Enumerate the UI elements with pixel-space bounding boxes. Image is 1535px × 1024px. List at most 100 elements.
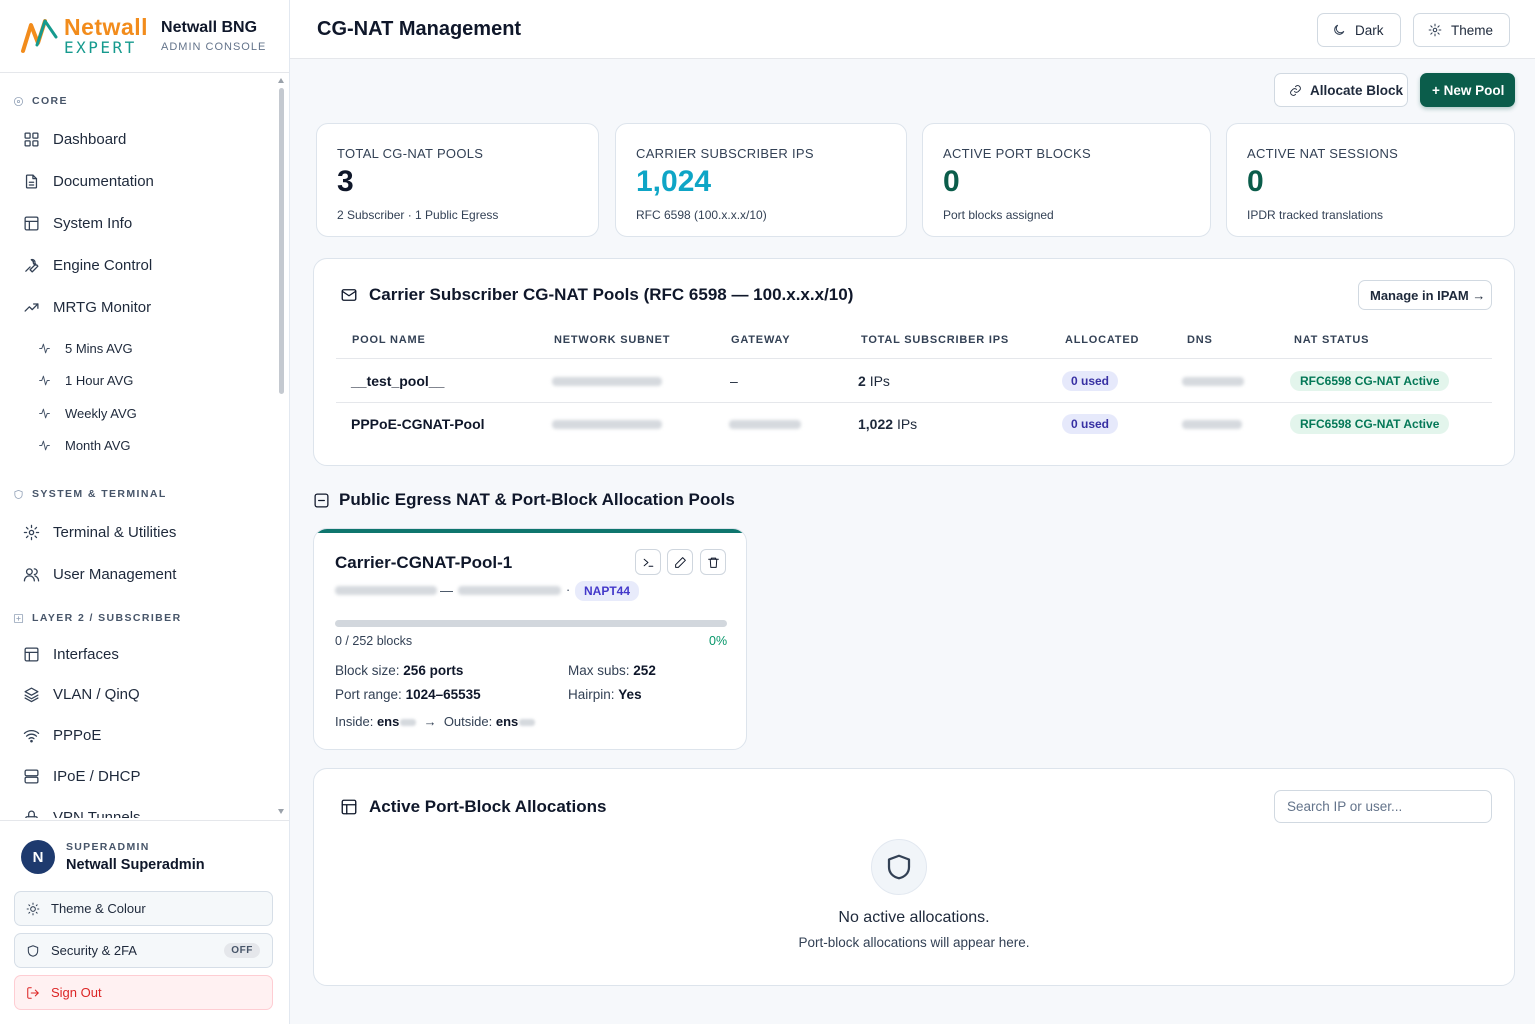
empty-state-title: No active allocations. [838,909,990,926]
section-core-label: CORE [32,95,68,107]
sidebar-subitem-1hour[interactable]: 1 Hour AVG [0,365,276,398]
pool-gateway: – [730,373,738,389]
redacted-range-start [335,586,437,595]
sidebar-item-dashboard[interactable]: Dashboard [0,118,276,160]
hairpin-field: Hairpin: Yes [568,687,642,702]
theme-colour-label: Theme & Colour [51,901,146,916]
delete-pool-button[interactable] [700,549,726,575]
redacted-outside [519,719,536,727]
stat-value: 1,024 [636,165,712,198]
sidebar-item-interfaces[interactable]: Interfaces [0,634,276,674]
shield-icon [14,489,23,499]
top-header: CG-NAT Management Dark Theme [290,0,1535,59]
port-range-value: 1024–65535 [405,687,481,702]
redacted-inside [400,719,417,727]
sidebar-subitem-label: 1 Hour AVG [65,373,134,389]
sidebar-item-vlan[interactable]: VLAN / QinQ [0,674,276,714]
theme-colour-button[interactable]: Theme & Colour [14,891,273,926]
table-row[interactable]: PPPoE-CGNAT-Pool 1,022 IPs 0 used RFC659… [336,403,1492,446]
sidebar-item-ipoe[interactable]: IPoE / DHCP [0,756,276,796]
max-subs-value: 252 [633,663,656,678]
subscriber-pools-title: Carrier Subscriber CG-NAT Pools (RFC 659… [340,285,853,305]
square-plus-icon [13,613,24,623]
new-pool-label: + New Pool [1432,82,1505,98]
stat-label: TOTAL CG-NAT POOLS [337,146,484,161]
pencil-icon [674,556,686,568]
pool-name: __test_pool__ [351,373,445,389]
edit-pool-button[interactable] [667,549,693,575]
range-dot: · [566,583,571,597]
sidebar-item-system-info[interactable]: System Info [0,202,276,244]
sidebar-item-label: Documentation [53,172,154,190]
mail-icon [341,289,357,301]
section-system-terminal: SYSTEM & TERMINAL [0,485,276,503]
search-input[interactable] [1274,790,1492,823]
scroll-up-icon[interactable] [278,78,284,83]
sidebar-subitem-month[interactable]: Month AVG [0,430,276,463]
kv-label: Max subs: [568,663,630,678]
shield-icon [887,854,911,880]
scrollbar-thumb[interactable] [279,88,284,394]
user-name: Netwall Superadmin [66,857,205,873]
egress-heading: Public Egress NAT & Port-Block Allocatio… [313,490,735,510]
kv-label: Outside: [443,714,493,729]
dark-mode-button[interactable]: Dark [1317,13,1401,47]
kv-label: Port range: [335,687,402,702]
netwall-expert-logo[interactable]: Netwall EXPERT [20,16,148,56]
pool-total-ips: 1,022 IPs [858,416,917,432]
table-row[interactable]: __test_pool__ – 2 IPs 0 used RFC6598 CG-… [336,360,1492,403]
sidebar-item-engine-control[interactable]: Engine Control [0,244,276,286]
sidebar-item-label: VPN Tunnels [53,808,141,819]
terminal-button[interactable] [635,549,661,575]
theme-button[interactable]: Theme [1413,13,1510,47]
brand-header: Netwall EXPERT Netwall BNG ADMIN CONSOLE [0,0,289,73]
pool-total-ips: 2 IPs [858,373,890,389]
table-icon [24,215,39,231]
sidebar-subitem-weekly[interactable]: Weekly AVG [0,397,276,430]
sidebar-item-terminal[interactable]: Terminal & Utilities [0,511,276,553]
trash-icon [707,557,719,568]
total-ips-value: 1,022 [858,416,894,432]
outside-interface: ens [495,714,519,729]
stat-label: ACTIVE NAT SESSIONS [1247,146,1399,161]
manage-ipam-button[interactable]: Manage in IPAM → [1358,280,1492,310]
egress-pool-card: Carrier-CGNAT-Pool-1 — · NAPT44 0 / 252 … [313,528,747,750]
allocate-block-button[interactable]: Allocate Block [1274,73,1408,107]
total-ips-unit: IPs [896,416,918,432]
col-allocated: ALLOCATED [1065,334,1140,346]
sidebar-item-mrtg-monitor[interactable]: MRTG Monitor [0,286,276,328]
sidebar-item-label: MRTG Monitor [53,298,152,316]
logout-icon [27,986,39,999]
hairpin-value: Yes [618,687,642,702]
total-ips-unit: IPs [869,373,890,389]
sidebar-item-pppoe[interactable]: PPPoE [0,714,276,756]
lock-icon [25,810,38,818]
allocations-title: Active Port-Block Allocations [340,797,606,817]
subscriber-pools-title-text: Carrier Subscriber CG-NAT Pools (RFC 659… [369,285,854,304]
stat-port-blocks: ACTIVE PORT BLOCKS 0 Port blocks assigne… [922,123,1211,237]
new-pool-button[interactable]: + New Pool [1420,73,1515,107]
redacted-subnet [552,420,662,429]
security-2fa-button[interactable]: Security & 2FA OFF [14,933,273,968]
sidebar-item-label: IPoE / DHCP [53,767,141,785]
sign-out-button[interactable]: Sign Out [14,975,273,1010]
sidebar-subitem-5min[interactable]: 5 Mins AVG [0,332,276,365]
sidebar-scrollbar[interactable] [277,78,285,818]
circle-icon [13,96,24,106]
stat-value: 3 [337,165,354,198]
allocations-title-text: Active Port-Block Allocations [369,797,607,816]
nat-status-badge: RFC6598 CG-NAT Active [1290,371,1450,391]
avatar[interactable]: N [21,840,55,874]
sidebar-item-vpn[interactable]: VPN Tunnels [0,796,276,818]
scroll-down-icon[interactable] [278,809,284,814]
blocks-used-percent: 0% [709,634,728,648]
sidebar-item-user-management[interactable]: User Management [0,553,276,595]
max-subs-field: Max subs: 252 [568,663,656,678]
col-total-ips: TOTAL SUBSCRIBER IPS [861,334,1010,346]
redacted-gateway [729,420,801,429]
dark-mode-label: Dark [1355,22,1384,38]
stat-value: 0 [1247,165,1264,198]
sidebar-item-label: Engine Control [53,256,153,274]
section-core: CORE [0,92,276,110]
sidebar-item-documentation[interactable]: Documentation [0,160,276,202]
